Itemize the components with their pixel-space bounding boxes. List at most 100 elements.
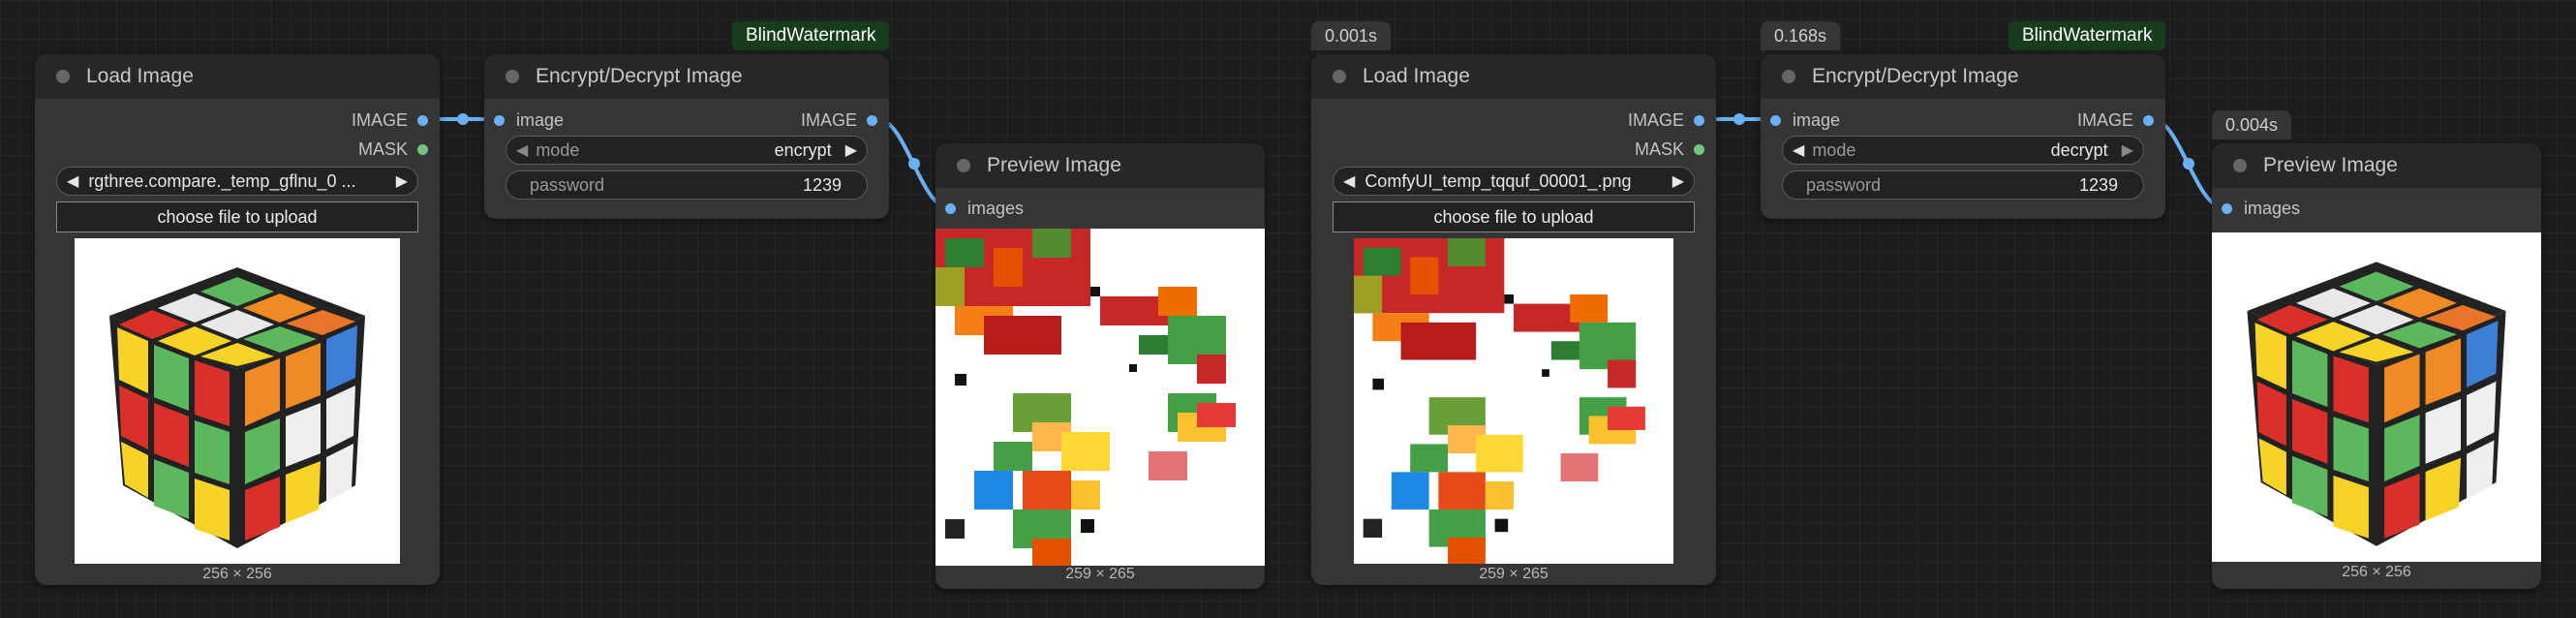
password-field[interactable]: password 1239 — [506, 170, 868, 200]
load-image-node-2[interactable]: Load Image IMAGE MASK ◀ ComfyUI_temp_tqq… — [1311, 54, 1716, 585]
scrambled-graphic — [935, 229, 1236, 566]
output-dot-icon[interactable] — [417, 114, 428, 126]
output-label: IMAGE — [1627, 109, 1684, 130]
image-size-label: 256 × 256 — [202, 566, 272, 582]
rubiks-cube-graphic — [109, 267, 365, 548]
arrow-right-icon[interactable]: ▶ — [2122, 140, 2133, 160]
input-images-slot[interactable]: images — [2222, 197, 2300, 220]
wire-midpoint — [908, 158, 920, 170]
arrow-left-icon[interactable]: ◀ — [1793, 140, 1804, 160]
output-image-slot[interactable]: IMAGE — [801, 108, 877, 132]
scrambled-image — [935, 229, 1265, 566]
node-title-bar[interactable]: Preview Image — [2212, 143, 2541, 188]
output-dot-icon[interactable] — [1694, 114, 1704, 126]
node-title: Encrypt/Decrypt Image — [536, 65, 743, 87]
image-size-label: 256 × 256 — [2342, 564, 2411, 580]
blindwatermark-badge: BlindWatermark — [732, 21, 890, 50]
password-value: 1239 — [2078, 174, 2118, 195]
output-label: IMAGE — [800, 109, 857, 130]
arrow-right-icon[interactable]: ▶ — [1672, 171, 1684, 191]
input-image-slot[interactable]: image — [1770, 108, 1840, 132]
image-file-combo[interactable]: ◀ rgthree.compare._temp_gflnu_0 ... ▶ — [56, 167, 418, 196]
arrow-left-icon[interactable]: ◀ — [1343, 171, 1355, 191]
input-dot-icon[interactable] — [2222, 202, 2232, 214]
output-dot-icon[interactable] — [2143, 114, 2154, 126]
node-title: Preview Image — [987, 154, 1121, 176]
rubiks-cube-graphic — [2247, 262, 2506, 546]
arrow-right-icon[interactable]: ▶ — [845, 140, 857, 160]
mode-label: mode — [536, 139, 580, 160]
node-title-bar[interactable]: Preview Image — [935, 143, 1265, 188]
image-size-label: 259 × 265 — [1065, 566, 1135, 582]
upload-button[interactable]: choose file to upload — [1333, 201, 1695, 232]
node-title: Load Image — [1363, 65, 1470, 87]
input-image-slot[interactable]: image — [494, 108, 564, 132]
image-size-label: 259 × 265 — [1479, 566, 1549, 582]
input-images-slot[interactable]: images — [945, 197, 1024, 220]
rubiks-cube-image — [2212, 232, 2541, 562]
output-label: IMAGE — [2076, 109, 2133, 130]
output-label: MASK — [1634, 139, 1684, 159]
input-dot-icon[interactable] — [1770, 114, 1781, 126]
input-label: images — [967, 198, 1025, 218]
output-label: MASK — [357, 139, 408, 159]
input-label: image — [516, 109, 565, 130]
input-dot-icon[interactable] — [945, 202, 956, 214]
upload-button[interactable]: choose file to upload — [56, 201, 418, 232]
output-dot-icon[interactable] — [1694, 143, 1704, 155]
image-file-combo[interactable]: ◀ ComfyUI_temp_tqquf_00001_.png ▶ — [1333, 167, 1695, 196]
combo-value: ComfyUI_temp_tqquf_00001_.png — [1365, 170, 1632, 191]
input-dot-icon[interactable] — [494, 114, 505, 126]
input-label: images — [2244, 198, 2301, 218]
encrypt-decrypt-node-1[interactable]: Encrypt/Decrypt Image image IMAGE ◀ mode… — [484, 54, 889, 219]
mode-combo[interactable]: ◀ mode encrypt ▶ — [506, 136, 868, 165]
output-image-slot[interactable]: IMAGE — [352, 108, 428, 132]
preview-image-node-2[interactable]: Preview Image images 256 × 256 — [2212, 143, 2541, 589]
output-image-slot[interactable]: IMAGE — [2077, 108, 2154, 132]
combo-value: rgthree.compare._temp_gflnu_0 ... — [88, 170, 356, 191]
mode-combo[interactable]: ◀ mode decrypt ▶ — [1782, 136, 2144, 165]
wire-midpoint — [457, 113, 469, 125]
node-title-bar[interactable]: Load Image — [1311, 54, 1716, 99]
scrambled-image — [1354, 238, 1673, 564]
execution-time-badge: 0.001s — [1311, 21, 1392, 50]
password-field[interactable]: password 1239 — [1782, 170, 2144, 200]
password-label: password — [530, 174, 605, 195]
collapse-dot-icon[interactable] — [1333, 70, 1346, 83]
node-title-bar[interactable]: Encrypt/Decrypt Image — [1761, 54, 2165, 99]
node-title: Preview Image — [2263, 154, 2398, 176]
output-dot-icon[interactable] — [867, 114, 877, 126]
arrow-left-icon[interactable]: ◀ — [516, 140, 528, 160]
mode-value: encrypt — [774, 139, 832, 160]
password-value: 1239 — [802, 174, 842, 195]
preview-image-node-1[interactable]: Preview Image images 259 × 265 — [935, 143, 1265, 589]
output-dot-icon[interactable] — [417, 143, 428, 155]
output-image-slot[interactable]: IMAGE — [1628, 108, 1704, 132]
collapse-dot-icon[interactable] — [957, 159, 970, 172]
output-mask-slot[interactable]: MASK — [1635, 138, 1704, 161]
collapse-dot-icon[interactable] — [2233, 159, 2247, 172]
blindwatermark-badge: BlindWatermark — [2009, 21, 2166, 50]
encrypt-decrypt-node-2[interactable]: Encrypt/Decrypt Image image IMAGE ◀ mode… — [1761, 54, 2165, 219]
wire-midpoint — [1733, 113, 1745, 125]
wire-midpoint — [2183, 158, 2194, 170]
output-mask-slot[interactable]: MASK — [358, 138, 428, 161]
node-title-bar[interactable]: Load Image — [35, 54, 440, 99]
input-label: image — [1793, 109, 1841, 130]
arrow-right-icon[interactable]: ▶ — [396, 171, 408, 191]
mode-value: decrypt — [2050, 139, 2108, 160]
mode-label: mode — [1812, 139, 1856, 160]
execution-time-badge: 0.004s — [2212, 110, 2292, 139]
collapse-dot-icon[interactable] — [1782, 70, 1795, 83]
node-title-bar[interactable]: Encrypt/Decrypt Image — [484, 54, 889, 99]
collapse-dot-icon[interactable] — [506, 70, 519, 83]
rubiks-cube-image — [75, 238, 400, 564]
scrambled-graphic — [1354, 238, 1645, 564]
node-title: Load Image — [86, 65, 194, 87]
arrow-left-icon[interactable]: ◀ — [67, 171, 78, 191]
execution-time-badge: 0.168s — [1761, 21, 1841, 50]
collapse-dot-icon[interactable] — [56, 70, 70, 83]
password-label: password — [1806, 174, 1882, 195]
node-title: Encrypt/Decrypt Image — [1812, 65, 2019, 87]
load-image-node-1[interactable]: Load Image IMAGE MASK ◀ rgthree.compare.… — [35, 54, 440, 585]
